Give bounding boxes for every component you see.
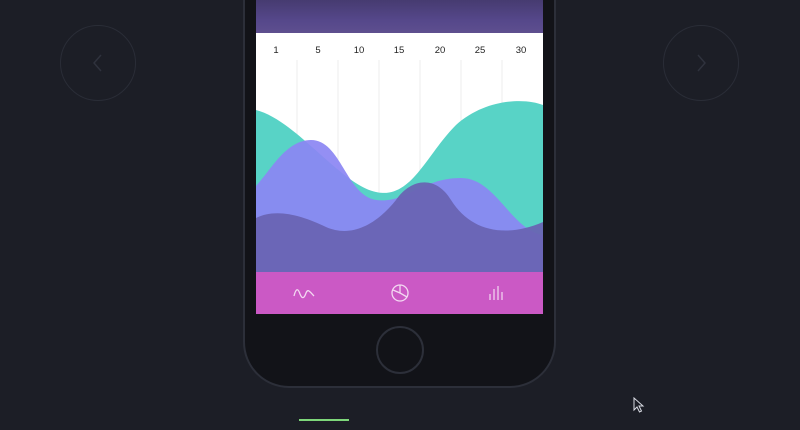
- chevron-left-icon: [93, 54, 102, 72]
- tab-pie-chart[interactable]: [388, 282, 412, 304]
- mouse-cursor-icon: [633, 397, 645, 413]
- header-image: [256, 0, 543, 33]
- x-tick: 5: [315, 45, 321, 56]
- bottom-tab-bar: [256, 272, 543, 314]
- next-button[interactable]: [663, 25, 739, 101]
- x-tick: 15: [393, 45, 405, 56]
- x-tick: 1: [273, 45, 279, 56]
- x-tick: 25: [474, 45, 486, 56]
- phone-screen: 1 5 10 15 20 25 30: [256, 0, 543, 314]
- home-button[interactable]: [376, 326, 424, 374]
- pie-chart-icon: [391, 284, 409, 302]
- slide-indicator[interactable]: [299, 419, 349, 421]
- x-tick: 20: [434, 45, 446, 56]
- x-tick: 30: [515, 45, 527, 56]
- prev-button[interactable]: [60, 25, 136, 101]
- bar-chart-icon: [489, 286, 503, 300]
- wave-icon: [293, 289, 315, 299]
- chevron-right-icon: [697, 54, 706, 72]
- area-chart: [256, 60, 543, 272]
- tab-wave[interactable]: [292, 282, 316, 304]
- x-tick: 10: [353, 45, 365, 56]
- tab-bar-chart[interactable]: [484, 282, 508, 304]
